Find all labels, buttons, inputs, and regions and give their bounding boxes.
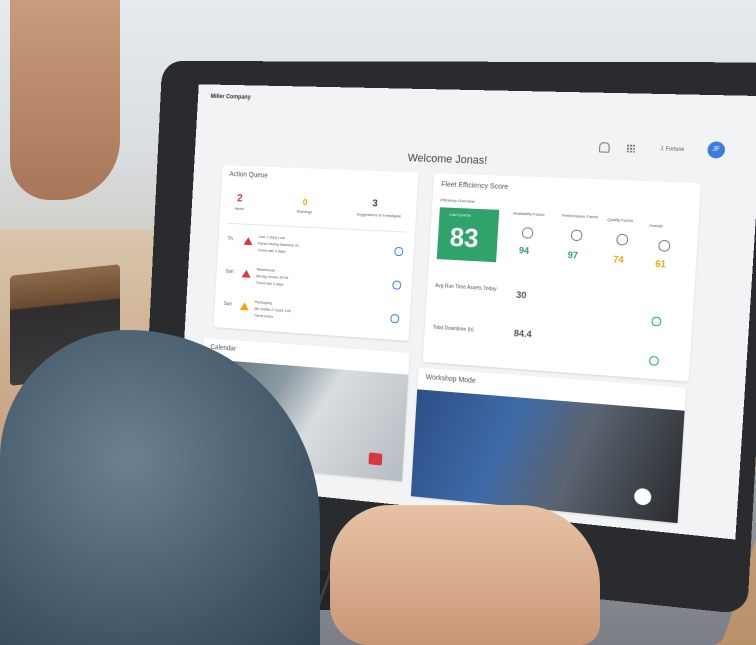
bell-icon[interactable] — [598, 142, 610, 153]
refresh-icon — [570, 229, 583, 242]
item-day: Sun — [225, 268, 234, 275]
metric-overall: Overall 61 — [646, 216, 693, 281]
score-value: 83 — [449, 221, 480, 254]
details-icon[interactable] — [394, 246, 404, 257]
metric-availability: Availability Factor 94 — [510, 210, 558, 273]
row-value: 84.4 — [513, 328, 532, 340]
card-title: Workshop Mode — [425, 374, 476, 385]
metric-value: 94 — [518, 245, 530, 256]
fleet-efficiency-card: Fleet Efficiency Score Efficiency Overvi… — [422, 173, 702, 382]
photo-scene: Miller Company J. Fortune JF Welcome Jon… — [0, 0, 756, 645]
apps-grid-icon[interactable] — [626, 143, 636, 153]
metric-label: Performance Factor — [561, 212, 599, 220]
workshop-mode-card[interactable]: Workshop Mode — [410, 367, 687, 524]
item-day: Th — [227, 236, 233, 243]
suggestions-count[interactable]: 3 — [372, 198, 378, 209]
item-line1: Packaging — [254, 299, 272, 306]
queue-item[interactable]: Sun Packaging Mix Kettle 2 Cycle 105 Tre… — [221, 295, 403, 334]
row-label: Avg Run Time Assets Today — [434, 282, 497, 293]
alerts-count[interactable]: 2 — [237, 193, 243, 205]
metric-quality: Quality Factor 74 — [604, 215, 650, 279]
details-icon[interactable] — [390, 313, 400, 324]
metric-label: Overall — [648, 222, 663, 229]
row-label: Total Downtime (h) — [432, 324, 474, 334]
queue-item[interactable]: Th Line 1 (Kpi) Low Panel Mixing Machine… — [225, 230, 407, 267]
alert-icon — [243, 237, 253, 246]
person-head — [10, 0, 120, 200]
card-title: Action Queue — [229, 171, 269, 180]
gauge-icon — [616, 233, 629, 246]
metric-label: Quality Factor — [607, 216, 634, 224]
person-hand — [330, 505, 600, 645]
card-title: Fleet Efficiency Score — [441, 181, 509, 192]
clock-icon — [521, 227, 534, 239]
calendar-icon[interactable] — [368, 452, 383, 466]
item-line3: Trend Index — [253, 312, 274, 319]
card-subtitle: Efficiency Overview — [440, 197, 475, 204]
alerts-label: Alerts — [234, 205, 245, 212]
item-line3: Trend last 3 days — [257, 247, 286, 254]
row-value: 30 — [515, 289, 527, 301]
score-label: Last Quarter — [449, 211, 472, 218]
metric-label: Availability Factor — [512, 210, 545, 217]
item-day: Sun — [223, 301, 232, 308]
metric-value: 97 — [567, 249, 579, 261]
details-icon[interactable] — [651, 316, 662, 327]
warning-icon — [239, 302, 250, 311]
alert-icon — [241, 269, 252, 278]
details-icon[interactable] — [392, 280, 402, 290]
score-tile[interactable]: Last Quarter 83 — [436, 207, 500, 263]
details-icon[interactable] — [648, 355, 659, 366]
item-line2: Mixing Vessel 2F/2L — [256, 273, 290, 281]
action-queue-card: Action Queue 2 Alerts 0 Warnings 3 Sugge… — [213, 165, 419, 341]
warnings-label: Warnings — [296, 208, 313, 215]
item-line3: Trend last 3 days — [255, 280, 284, 287]
page-title: Welcome Jonas! — [407, 152, 488, 167]
user-name: J. Fortune — [660, 146, 685, 154]
avatar[interactable]: JF — [707, 141, 726, 159]
search-icon — [658, 239, 671, 252]
warnings-count[interactable]: 0 — [303, 197, 308, 207]
brand-name: Miller Company — [210, 94, 251, 101]
metric-performance: Performance Factor 97 — [558, 213, 607, 277]
suggestions-label: Suggestions to investigate — [356, 211, 402, 219]
metric-value: 74 — [612, 254, 624, 266]
metric-value: 61 — [654, 258, 667, 270]
item-line2: Panel Mixing Machine 01 — [257, 240, 300, 248]
item-line1: Line 1 (Kpi) Low — [258, 233, 286, 241]
item-line1: Warehouse — [256, 266, 276, 273]
queue-item[interactable]: Sun Warehouse Mixing Vessel 2F/2L Trend … — [223, 263, 405, 301]
